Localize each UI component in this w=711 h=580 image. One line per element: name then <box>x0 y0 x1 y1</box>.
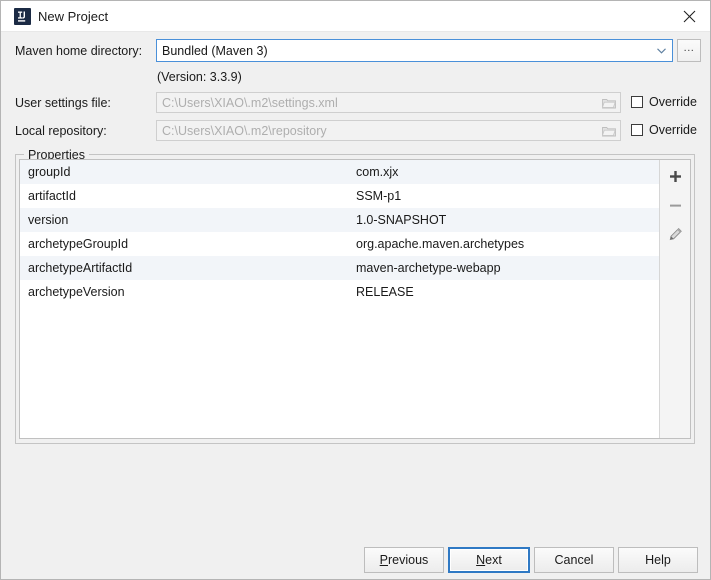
folder-icon <box>598 93 620 112</box>
property-value: 1.0-SNAPSHOT <box>356 213 447 227</box>
property-value: RELEASE <box>356 285 414 299</box>
title-bar: New Project <box>1 1 710 32</box>
table-row[interactable]: groupId com.xjx <box>20 160 659 184</box>
local-repository-value: C:\Users\XIAO\.m2\repository <box>162 123 327 138</box>
plus-icon[interactable] <box>663 165 687 187</box>
previous-button[interactable]: Previous <box>364 547 444 573</box>
properties-table: groupId com.xjx artifactId SSM-p1 version 1.0… <box>19 159 691 439</box>
chevron-down-icon[interactable] <box>650 40 672 61</box>
next-button-label: Next <box>476 553 502 567</box>
override-label: Override <box>649 123 697 137</box>
property-key: archetypeArtifactId <box>28 261 133 275</box>
maven-home-value: Bundled (Maven 3) <box>162 43 268 58</box>
properties-table-toolbar <box>659 160 690 438</box>
intellij-idea-icon <box>14 8 31 25</box>
property-key: artifactId <box>28 189 76 203</box>
minus-icon[interactable] <box>663 194 687 216</box>
local-repository-label: Local repository: <box>15 124 107 138</box>
property-value: maven-archetype-webapp <box>356 261 501 275</box>
maven-home-browse-button[interactable]: ... <box>677 39 701 62</box>
table-row[interactable]: version 1.0-SNAPSHOT <box>20 208 659 232</box>
table-row[interactable]: archetypeArtifactId maven-archetype-webap… <box>20 256 659 280</box>
user-settings-label: User settings file: <box>15 96 111 110</box>
folder-icon <box>598 121 620 140</box>
dialog-body: Maven home directory: Bundled (Maven 3) … <box>1 32 710 579</box>
property-key: archetypeGroupId <box>28 237 129 251</box>
table-row[interactable]: archetypeVersion RELEASE <box>20 280 659 304</box>
checkbox-box[interactable] <box>631 96 643 108</box>
cancel-button[interactable]: Cancel <box>534 547 614 573</box>
checkbox-box[interactable] <box>631 124 643 136</box>
pencil-icon[interactable] <box>663 223 687 245</box>
user-settings-override-checkbox[interactable]: Override <box>631 95 697 109</box>
maven-home-combo[interactable]: Bundled (Maven 3) <box>156 39 673 62</box>
maven-version-note: (Version: 3.3.9) <box>157 70 242 84</box>
property-key: groupId <box>28 165 71 179</box>
properties-table-body[interactable]: groupId com.xjx artifactId SSM-p1 version 1.0… <box>20 160 659 438</box>
override-label: Override <box>649 95 697 109</box>
next-button[interactable]: Next <box>448 547 530 573</box>
maven-home-label: Maven home directory: <box>15 44 143 58</box>
close-icon[interactable] <box>667 1 710 32</box>
property-value: SSM-p1 <box>356 189 402 203</box>
property-key: archetypeVersion <box>28 285 125 299</box>
property-key: version <box>28 213 69 227</box>
local-repository-override-checkbox[interactable]: Override <box>631 123 697 137</box>
user-settings-field: C:\Users\XIAO\.m2\settings.xml <box>156 92 621 113</box>
table-row[interactable]: artifactId SSM-p1 <box>20 184 659 208</box>
window-title: New Project <box>38 9 109 24</box>
previous-button-label: Previous <box>379 553 429 567</box>
property-value: com.xjx <box>356 165 399 179</box>
user-settings-value: C:\Users\XIAO\.m2\settings.xml <box>162 95 338 110</box>
new-project-dialog: New Project Maven home directory: Bundle… <box>0 0 711 580</box>
help-button[interactable]: Help <box>618 547 698 573</box>
property-value: org.apache.maven.archetypes <box>356 237 525 251</box>
table-row[interactable]: archetypeGroupId org.apache.maven.archety… <box>20 232 659 256</box>
local-repository-field: C:\Users\XIAO\.m2\repository <box>156 120 621 141</box>
